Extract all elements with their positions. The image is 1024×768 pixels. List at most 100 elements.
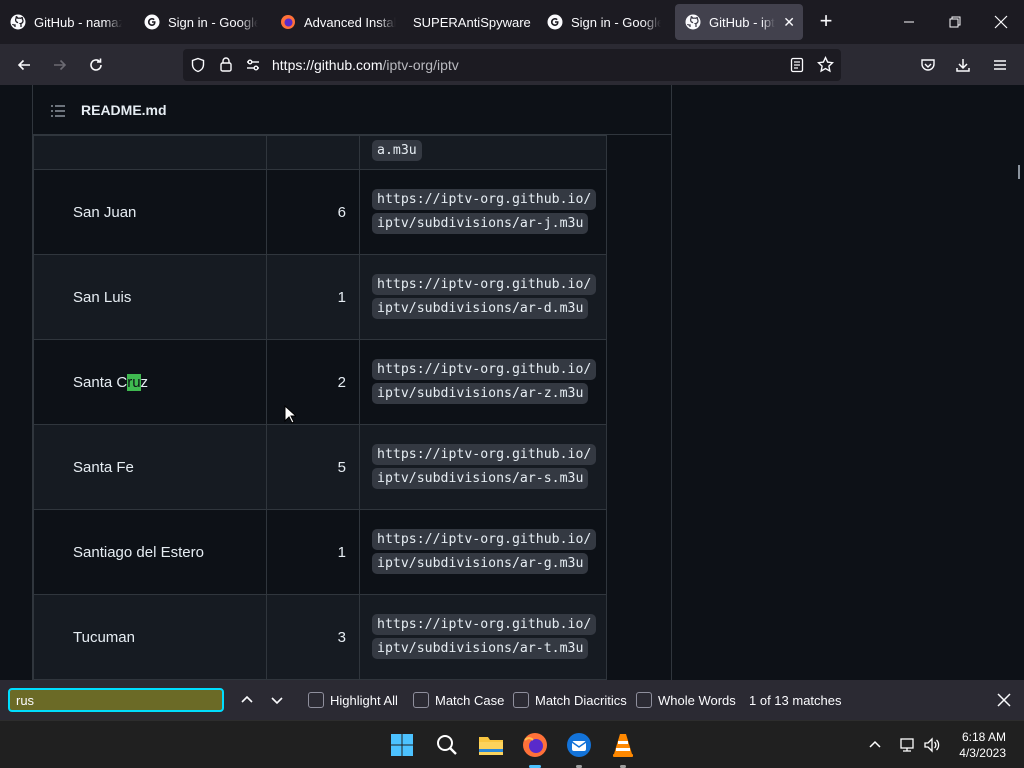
find-input[interactable] [8, 688, 224, 712]
close-find-bar-button[interactable] [994, 690, 1014, 710]
table-cell-name: San Luis [33, 254, 267, 340]
readme-filename: README.md [81, 102, 167, 118]
firefox-taskbar-button[interactable] [519, 729, 551, 768]
github-icon [685, 14, 701, 30]
tab-github-iptv-active[interactable]: GitHub - iptv-org ✕ [675, 4, 803, 40]
table-cell-count: 1 [266, 509, 360, 595]
download-icon [956, 59, 970, 72]
whole-words-checkbox[interactable] [636, 692, 652, 708]
vlc-taskbar-button[interactable] [607, 729, 639, 768]
find-match-highlight: ru [127, 373, 141, 391]
table-cell-url: https://iptv-org.github.io/iptv/subdivis… [359, 339, 607, 425]
volume-button[interactable] [918, 729, 946, 761]
highlight-all-label[interactable]: Highlight All [330, 693, 398, 708]
show-hidden-icons-button[interactable] [860, 729, 890, 761]
scrollbar-thumb[interactable] [1018, 165, 1020, 179]
navigation-bar: https://github.com/iptv-org/iptv [0, 44, 1024, 85]
pocket-button[interactable] [915, 52, 941, 78]
tab-advanced-installer[interactable]: Advanced Installer [280, 4, 396, 40]
match-diacritics-checkbox[interactable] [513, 692, 529, 708]
table-cell-url: https://iptv-org.github.io/iptv/subdivis… [359, 509, 607, 595]
search-button[interactable] [431, 729, 463, 761]
network-icon [900, 738, 914, 752]
tab-google-signin-2[interactable]: Sign in - Google Acco [547, 4, 661, 40]
page-viewport: README.md a.m3u San Juan 6 https://iptv-… [0, 85, 1024, 680]
table-cell-name [33, 135, 267, 170]
table-cell-url: https://iptv-org.github.io/iptv/subdivis… [359, 594, 607, 680]
system-clock[interactable]: 6:18 AM 4/3/2023 [959, 729, 1006, 761]
reload-button[interactable] [83, 52, 109, 78]
playlist-url[interactable]: https://iptv-org.github.io/iptv/subdivis… [372, 529, 597, 574]
google-icon [547, 14, 563, 30]
bookmark-star-icon[interactable] [816, 55, 835, 78]
tracking-protection-shield-icon[interactable] [190, 57, 206, 78]
minimize-button[interactable] [894, 8, 924, 36]
vlc-cone-icon [613, 734, 633, 757]
outline-list-icon[interactable] [50, 103, 66, 124]
site-permissions-icon[interactable] [245, 57, 261, 78]
close-tab-icon[interactable]: ✕ [783, 14, 795, 31]
playlist-url[interactable]: https://iptv-org.github.io/iptv/subdivis… [372, 359, 597, 404]
table-cell-name: Tucuman [33, 594, 267, 680]
table-row: Tucuman 3 https://iptv-org.github.io/ipt… [33, 594, 607, 680]
google-icon [144, 14, 160, 30]
table-cell-count [266, 135, 360, 170]
table-cell-count: 5 [266, 424, 360, 510]
name-text: z [140, 373, 149, 391]
tab-strip: GitHub - namazso/Ope Sign in - Google Ac… [0, 0, 1024, 44]
table-cell-name: Santa Cruz [33, 339, 267, 425]
url-text[interactable]: https://github.com/iptv-org/iptv [272, 57, 459, 73]
forward-button[interactable] [47, 52, 73, 78]
table-cell-count: 1 [266, 254, 360, 340]
playlist-url[interactable]: https://iptv-org.github.io/iptv/subdivis… [372, 444, 597, 489]
match-case-label[interactable]: Match Case [435, 693, 504, 708]
playlist-url[interactable]: https://iptv-org.github.io/iptv/subdivis… [372, 274, 597, 319]
find-next-button[interactable] [267, 690, 287, 710]
reader-view-icon[interactable] [789, 57, 805, 78]
table-cell-name: Santiago del Estero [33, 509, 267, 595]
playlist-url[interactable]: https://iptv-org.github.io/iptv/subdivis… [372, 189, 597, 234]
table-cell-count: 2 [266, 339, 360, 425]
table-row: Santa Fe 5 https://iptv-org.github.io/ip… [33, 424, 607, 510]
table-cell-name: San Juan [33, 169, 267, 255]
thunderbird-taskbar-button[interactable] [563, 729, 595, 768]
new-tab-button[interactable]: + [814, 10, 838, 34]
playlist-url[interactable]: a.m3u [372, 140, 422, 161]
close-window-button[interactable] [986, 8, 1016, 36]
playlist-url[interactable]: https://iptv-org.github.io/iptv/subdivis… [372, 614, 597, 659]
clock-time: 6:18 AM [961, 730, 1006, 744]
back-arrow-icon [17, 59, 30, 71]
back-button[interactable] [11, 52, 37, 78]
highlight-all-checkbox[interactable] [308, 692, 324, 708]
table-row: a.m3u [33, 135, 607, 170]
table-cell-count: 3 [266, 594, 360, 680]
chevron-up-icon [241, 695, 253, 703]
tab-github-namazso[interactable]: GitHub - namazso/Ope [10, 4, 122, 40]
downloads-button[interactable] [950, 52, 976, 78]
tab-superantispyware[interactable]: SUPERAntiSpyware [413, 4, 533, 40]
chevron-down-icon [271, 697, 283, 705]
restore-button[interactable] [940, 8, 970, 36]
find-previous-button[interactable] [237, 690, 257, 710]
lock-icon[interactable] [218, 56, 234, 77]
github-icon [10, 14, 26, 30]
app-menu-button[interactable] [987, 52, 1013, 78]
find-bar: Highlight All Match Case Match Diacritic… [0, 680, 1024, 720]
file-explorer-button[interactable] [475, 729, 507, 761]
tab-google-signin-1[interactable]: Sign in - Google Acco [144, 4, 258, 40]
table-cell-count: 6 [266, 169, 360, 255]
reload-icon [90, 58, 102, 71]
search-icon [437, 735, 457, 755]
table-cell-url: https://iptv-org.github.io/iptv/subdivis… [359, 254, 607, 340]
speaker-icon [924, 737, 940, 753]
mouse-cursor-icon [284, 404, 298, 429]
match-diacritics-label[interactable]: Match Diacritics [535, 693, 627, 708]
table-cell-url: https://iptv-org.github.io/iptv/subdivis… [359, 169, 607, 255]
table-row: San Juan 6 https://iptv-org.github.io/ip… [33, 169, 607, 255]
whole-words-label[interactable]: Whole Words [658, 693, 736, 708]
url-path: /iptv-org/iptv [382, 57, 459, 73]
url-bar[interactable]: https://github.com/iptv-org/iptv [183, 49, 841, 81]
start-button[interactable] [386, 729, 418, 761]
tab-title: GitHub - namazso/Ope [34, 14, 122, 30]
match-case-checkbox[interactable] [413, 692, 429, 708]
